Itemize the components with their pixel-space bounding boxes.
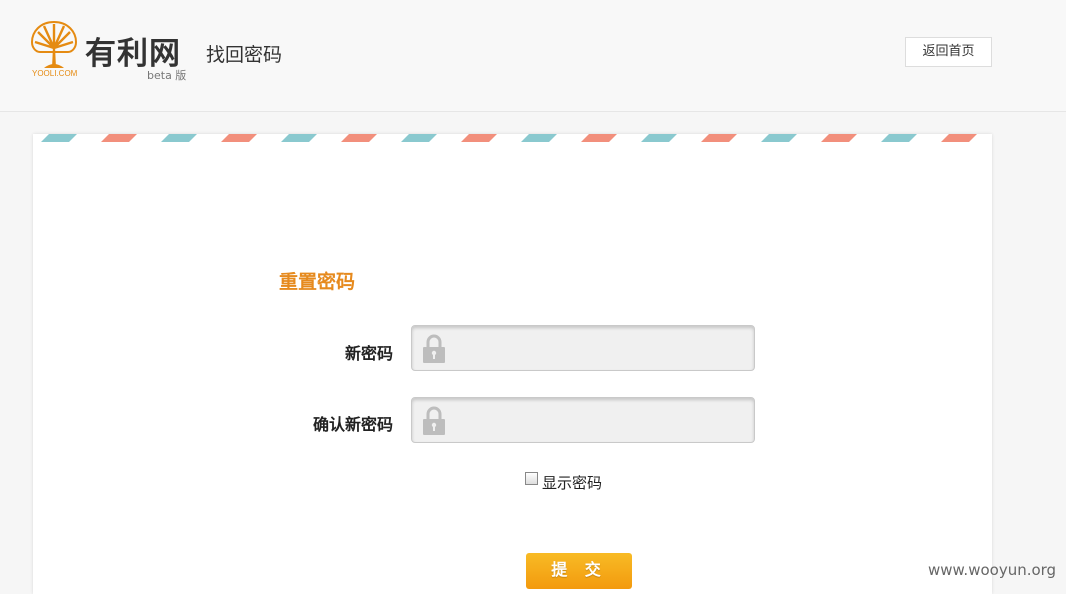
tree-logo-icon [30,20,78,68]
new-password-input[interactable] [456,326,750,372]
header-bar: YOOLI.COM 有利网 beta 版 找回密码 返回首页 [0,0,1066,112]
airmail-stripe-border [33,134,992,142]
lock-icon [423,406,445,435]
lock-icon [423,334,445,363]
show-password-label: 显示密码 [542,474,603,492]
new-password-label: 新密码 [344,344,393,363]
show-password-checkbox[interactable] [525,472,538,485]
reset-password-card: 重置密码 新密码 确认新密码 显示密码 提 交 [33,134,992,594]
form-title: 重置密码 [279,271,356,293]
submit-button[interactable]: 提 交 [526,553,632,589]
confirm-password-label: 确认新密码 [312,415,393,434]
back-home-button[interactable]: 返回首页 [905,37,992,67]
watermark: www.wooyun.org [928,561,1057,579]
yooli-logo[interactable]: YOOLI.COM 有利网 beta 版 [30,18,190,82]
new-password-field[interactable] [411,325,755,372]
confirm-password-field[interactable] [411,397,755,444]
confirm-password-input[interactable] [456,398,750,444]
beta-tag: beta 版 [147,69,187,82]
page-title: 找回密码 [206,44,283,66]
logo-domain-text: YOOLI.COM [32,69,78,78]
